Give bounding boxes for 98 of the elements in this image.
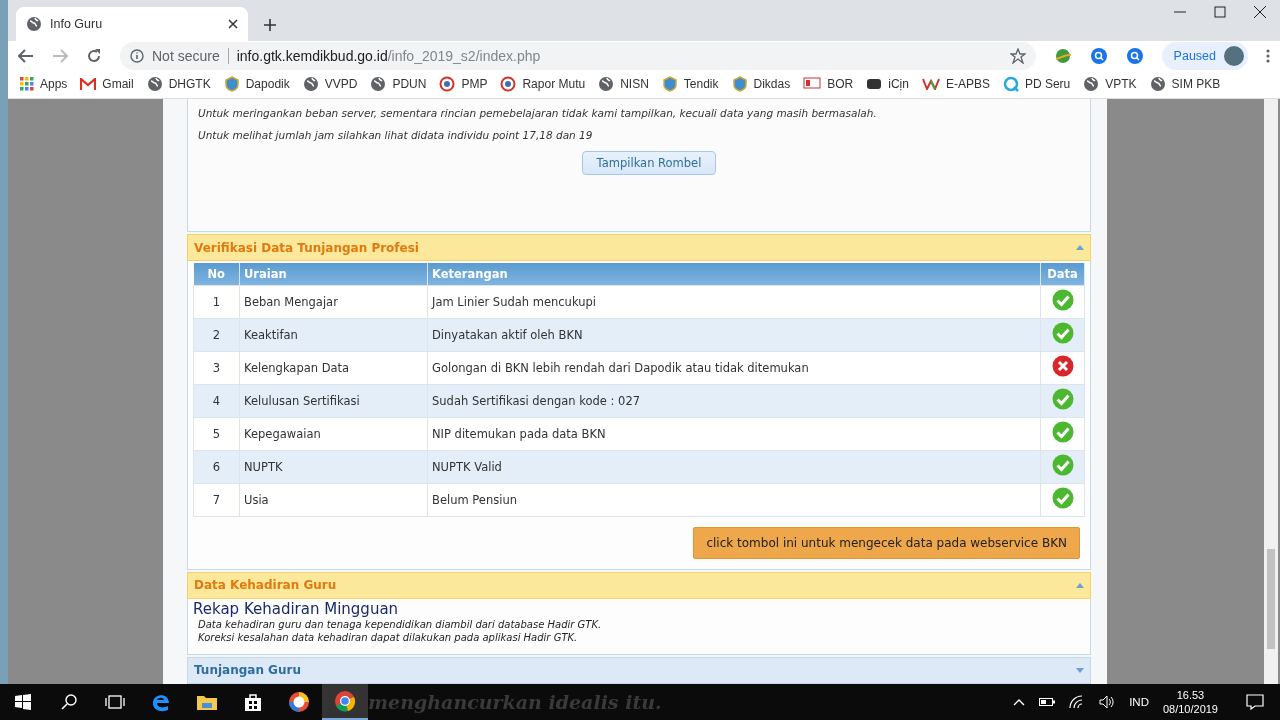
notification-icon[interactable] xyxy=(1246,694,1264,710)
section-heading: Rekap Kehadiran Mingguan xyxy=(193,600,400,618)
round-logo-icon xyxy=(500,76,517,93)
bookmark[interactable]: iCịn xyxy=(866,77,909,92)
bookmark[interactable]: Apps xyxy=(20,77,68,92)
browser-tab[interactable]: Info Guru xyxy=(16,6,248,41)
table-cell: Beban Mengajar xyxy=(239,285,428,319)
new-tab-icon[interactable] xyxy=(264,18,276,31)
column-header: Keterangan xyxy=(427,263,1041,286)
bookmark[interactable]: PD Seru xyxy=(1002,76,1071,93)
avatar-icon xyxy=(1224,45,1244,66)
bookmark[interactable]: E-APBS xyxy=(921,77,990,92)
table-cell: 5 xyxy=(193,417,240,451)
extension-icon[interactable] xyxy=(1053,47,1072,64)
table-cell: 3 xyxy=(193,351,240,385)
bookmark[interactable]: SIM PKB xyxy=(1149,76,1221,93)
reload-icon[interactable] xyxy=(86,47,102,64)
column-header: Data xyxy=(1040,263,1085,286)
column-header: Uraian xyxy=(239,263,428,286)
info-note: Koreksi kesalahan data kehadiran dapat dilakukan pada aplikasi Hadir GTK. xyxy=(198,631,579,644)
globe-icon xyxy=(1083,76,1100,93)
bookmark[interactable]: VPTK xyxy=(1083,76,1137,93)
language-indicator[interactable]: IND xyxy=(1129,696,1149,708)
table-cell: NUPTK Valid xyxy=(427,450,1041,484)
table-cell: Dinyatakan aktif oleh BKN xyxy=(427,318,1041,352)
chrome-icon[interactable] xyxy=(322,684,368,720)
table-cell: Sudah Sertifikasi dengan kode : 027 xyxy=(427,384,1041,418)
round-logo-icon xyxy=(439,76,456,93)
table-cell: Golongan di BKN lebih rendah dari Dapodik atau tidak ditemukan xyxy=(427,351,1041,385)
globe-icon xyxy=(1149,76,1166,93)
globe-icon xyxy=(302,76,319,93)
security-label: Not secure xyxy=(152,47,229,64)
column-header: No xyxy=(193,263,240,286)
emblem-icon xyxy=(661,76,678,93)
table-cell: NUPTK xyxy=(239,450,428,484)
table-cell: Usia xyxy=(239,483,428,517)
close-icon[interactable] xyxy=(1254,6,1266,18)
section-header[interactable]: Tunjangan Guru xyxy=(187,657,1091,684)
address-bar[interactable]: Not secure info.gtk.kemdikbud.go.id/info_2019_s2/index.php xyxy=(120,41,1036,70)
info-icon xyxy=(130,48,144,63)
maximize-icon[interactable] xyxy=(1214,6,1226,18)
check-bkn-button[interactable]: click tombol ini untuk mengecek data pada webservice BKN xyxy=(693,527,1080,559)
bookmark[interactable]: NISN xyxy=(598,76,649,93)
bookmark[interactable]: Dapodik xyxy=(223,76,290,93)
bookmark[interactable]: VVPD xyxy=(302,76,358,93)
table-cell: 7 xyxy=(193,483,240,517)
table-cell: Kelengkapan Data xyxy=(239,351,428,385)
bookmark[interactable]: Rapor Mutu xyxy=(500,76,586,93)
flag-icon xyxy=(803,77,822,92)
table-cell: Keaktifan xyxy=(239,318,428,352)
table-cell: Kepegawaian xyxy=(239,417,428,451)
table-cell: Jam Linier Sudah mencukupi xyxy=(427,285,1041,319)
table-cell: Kelulusan Sertifikasi xyxy=(239,384,428,418)
emblem-icon xyxy=(731,76,748,93)
table-cell: 6 xyxy=(193,450,240,484)
tab-title: Info Guru xyxy=(50,16,104,31)
menu-icon[interactable] xyxy=(1266,48,1270,63)
table-cell: 4 xyxy=(193,384,240,418)
volume-icon[interactable] xyxy=(1099,695,1116,709)
scrollbar[interactable] xyxy=(1264,99,1278,684)
info-note: Data kehadiran guru dan tenaga kependidikan diambil dari database Hadir GTK. xyxy=(198,618,603,631)
globe-icon xyxy=(146,76,163,93)
emblem-icon xyxy=(223,76,240,93)
section-title: Verifikasi Data Tunjangan Profesi xyxy=(194,241,419,255)
mail-icon xyxy=(80,78,97,91)
table-cell: 1 xyxy=(193,285,240,319)
globe-icon xyxy=(26,15,42,32)
show-rombel-button[interactable]: Tampilkan Rombel xyxy=(581,151,717,176)
url-text: info.gtk.kemdikbud.go.id/info_2019_s2/index.php xyxy=(236,47,541,64)
section-title: Tunjangan Guru xyxy=(194,663,301,678)
globe-icon xyxy=(598,76,615,93)
close-icon[interactable] xyxy=(228,18,238,29)
star-icon[interactable] xyxy=(1009,47,1026,64)
section-title: Data Kehadiran Guru xyxy=(194,578,337,593)
table-cell: 2 xyxy=(193,318,240,352)
battery-icon[interactable] xyxy=(1039,697,1056,707)
clock[interactable]: 16.53 08/10/2019 xyxy=(1162,688,1218,716)
bookmark[interactable]: PDUN xyxy=(370,76,427,93)
globe-icon xyxy=(370,76,387,93)
search-icon[interactable] xyxy=(1125,46,1144,65)
search-icon[interactable] xyxy=(1089,46,1108,65)
bookmark[interactable]: Tendik xyxy=(661,76,719,93)
w-logo-icon xyxy=(921,78,940,91)
apps-grid-icon xyxy=(20,77,34,92)
bookmark[interactable]: Gmail xyxy=(80,77,134,92)
bookmark[interactable]: PMP xyxy=(439,76,488,93)
table-cell: NIP ditemukan pada data BKN xyxy=(427,417,1041,451)
bookmark[interactable]: Dikdas xyxy=(731,76,791,93)
chevron-up-icon[interactable] xyxy=(1013,698,1026,706)
table-cell: Belum Pensiun xyxy=(427,483,1041,517)
profile-button[interactable]: Paused xyxy=(1161,41,1248,70)
q-logo-icon xyxy=(1002,76,1019,93)
bookmark[interactable]: DHGTK xyxy=(146,76,211,93)
badge-icon xyxy=(866,77,883,92)
info-note: Untuk meringankan beban server, sementara rincian pemebelajaran tidak kami tampilkan, kecuali data yang masih bermasalah. xyxy=(198,107,878,120)
back-icon[interactable] xyxy=(18,48,34,63)
info-note: Untuk melihat jumlah jam silahkan lihat didata individu point 17,18 dan 19 xyxy=(198,129,594,142)
bookmark[interactable]: BOR xyxy=(803,77,854,92)
